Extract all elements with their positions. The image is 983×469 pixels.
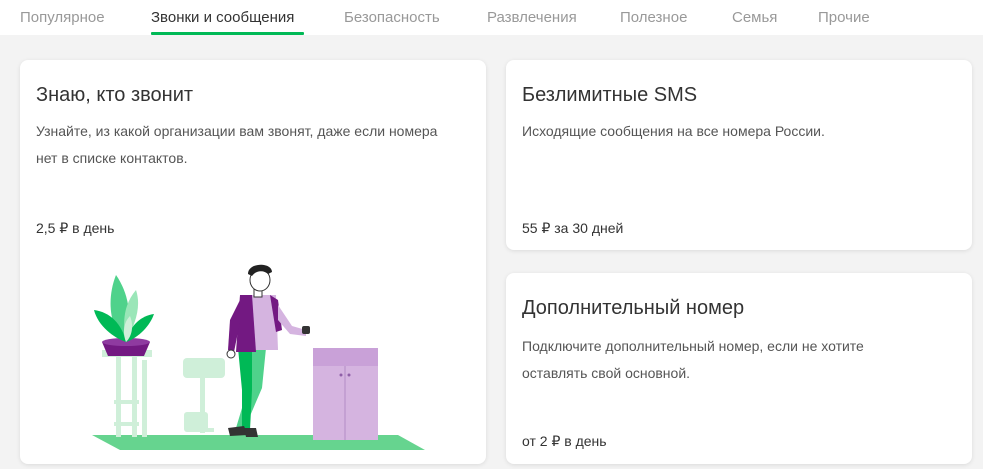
card-description: Исходящие сообщения на все номера России… [522, 123, 825, 139]
card-title: Знаю, кто звонит [36, 84, 194, 106]
tab-calls-and-messages[interactable]: Звонки и сообщения [151, 9, 294, 26]
plant-leaves [94, 275, 154, 342]
card-description: Узнайте, из какой организации вам звонят… [36, 123, 438, 166]
card-know-caller[interactable]: Знаю, кто звонит Узнайте, из какой орган… [20, 60, 486, 464]
card-price: от 2 ₽ в день [522, 433, 607, 449]
card-title: Безлимитные SMS [522, 84, 698, 106]
person-with-plant-illustration [92, 264, 425, 450]
card-price: 2,5 ₽ в день [36, 220, 115, 236]
plant-stand [102, 350, 152, 437]
tab-family[interactable]: Семья [732, 9, 777, 26]
tab-security[interactable]: Безопасность [344, 9, 440, 26]
tab-useful[interactable]: Полезное [620, 9, 687, 26]
card-title: Дополнительный номер [522, 297, 745, 319]
active-tab-indicator [151, 32, 304, 35]
card-description: Подключите дополнительный номер, если не… [522, 338, 864, 381]
category-tabs: Популярное Звонки и сообщения Безопаснос… [0, 0, 983, 35]
card-price: 55 ₽ за 30 дней [522, 220, 624, 236]
cabinet [313, 348, 378, 440]
bar-stool [183, 358, 225, 433]
tab-entertainment[interactable]: Развлечения [487, 9, 577, 26]
card-unlimited-sms[interactable]: Безлимитные SMS Исходящие сообщения на в… [506, 60, 972, 250]
person-figure [226, 264, 310, 437]
card-extra-number[interactable]: Дополнительный номер Подключите дополнит… [506, 273, 972, 464]
tab-other[interactable]: Прочие [818, 9, 870, 26]
tab-popular[interactable]: Популярное [20, 9, 105, 26]
